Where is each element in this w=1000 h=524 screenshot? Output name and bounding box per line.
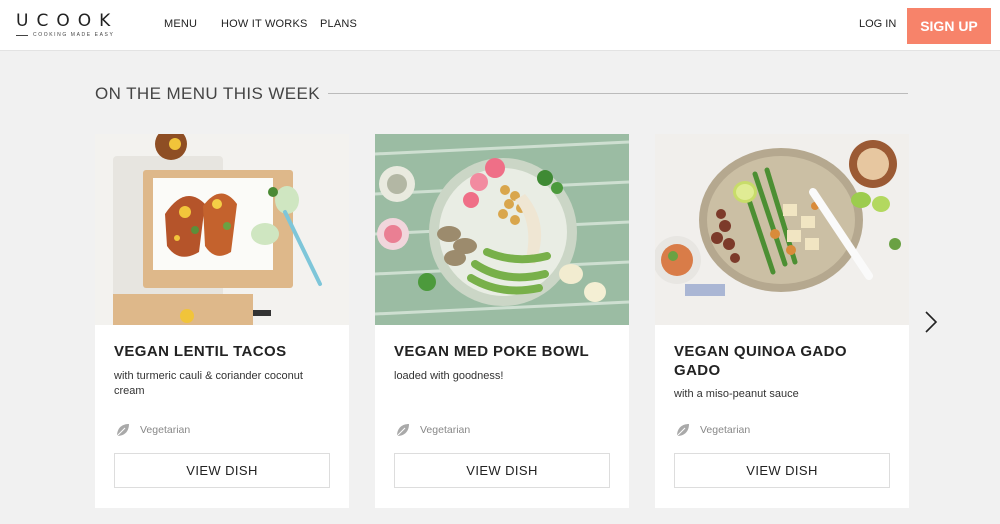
dish-diet-tag: Vegetarian bbox=[674, 421, 750, 439]
diet-label: Vegetarian bbox=[420, 424, 471, 436]
view-dish-button[interactable]: VIEW DISH bbox=[674, 453, 890, 488]
leaf-icon bbox=[676, 424, 689, 437]
nav-plans-link[interactable]: PLANS bbox=[320, 18, 357, 30]
diet-label: Vegetarian bbox=[700, 424, 751, 436]
chevron-right-icon bbox=[925, 311, 938, 333]
logo-tagline: COOKING MADE EASY bbox=[33, 32, 115, 38]
carousel-next-button[interactable] bbox=[921, 310, 941, 334]
logo-tagline-row: COOKING MADE EASY bbox=[16, 32, 126, 38]
section-divider bbox=[328, 93, 908, 94]
nav-menu-link[interactable]: MENU bbox=[164, 18, 197, 30]
dish-subtitle: loaded with goodness! bbox=[394, 370, 504, 382]
view-dish-button[interactable]: VIEW DISH bbox=[394, 453, 610, 488]
dish-card: VEGAN MED POKE BOWL loaded with goodness… bbox=[375, 134, 629, 508]
dish-image[interactable] bbox=[95, 134, 349, 325]
dish-card: VEGAN LENTIL TACOS with turmeric cauli &… bbox=[95, 134, 349, 508]
ucook-logo[interactable]: UCOOK COOKING MADE EASY bbox=[16, 12, 126, 38]
sign-up-button[interactable]: SIGN UP bbox=[907, 8, 991, 44]
leaf-icon bbox=[116, 424, 129, 437]
nav-how-it-works-link[interactable]: HOW IT WORKS bbox=[221, 18, 308, 30]
dish-title[interactable]: VEGAN MED POKE BOWL bbox=[394, 342, 614, 361]
dish-diet-tag: Vegetarian bbox=[114, 421, 190, 439]
dish-title[interactable]: VEGAN LENTIL TACOS bbox=[114, 342, 334, 361]
logo-divider bbox=[16, 34, 28, 36]
leaf-icon bbox=[396, 424, 409, 437]
dish-image[interactable] bbox=[655, 134, 909, 325]
top-navigation-bar: UCOOK COOKING MADE EASY MENU HOW IT WORK… bbox=[0, 0, 1000, 51]
section-title: ON THE MENU THIS WEEK bbox=[95, 84, 321, 103]
dish-diet-tag: Vegetarian bbox=[394, 421, 470, 439]
dish-card: VEGAN QUINOA GADO GADO with a miso-peanu… bbox=[655, 134, 909, 508]
logo-wordmark: UCOOK bbox=[16, 11, 119, 31]
dish-subtitle: with a miso-peanut sauce bbox=[674, 388, 799, 400]
diet-label: Vegetarian bbox=[140, 424, 191, 436]
log-in-link[interactable]: LOG IN bbox=[859, 18, 896, 30]
dish-image[interactable] bbox=[375, 134, 629, 325]
dish-title[interactable]: VEGAN QUINOA GADO GADO bbox=[674, 342, 894, 380]
dish-subtitle: with turmeric cauli & coriander coconut … bbox=[114, 370, 303, 397]
view-dish-button[interactable]: VIEW DISH bbox=[114, 453, 330, 488]
